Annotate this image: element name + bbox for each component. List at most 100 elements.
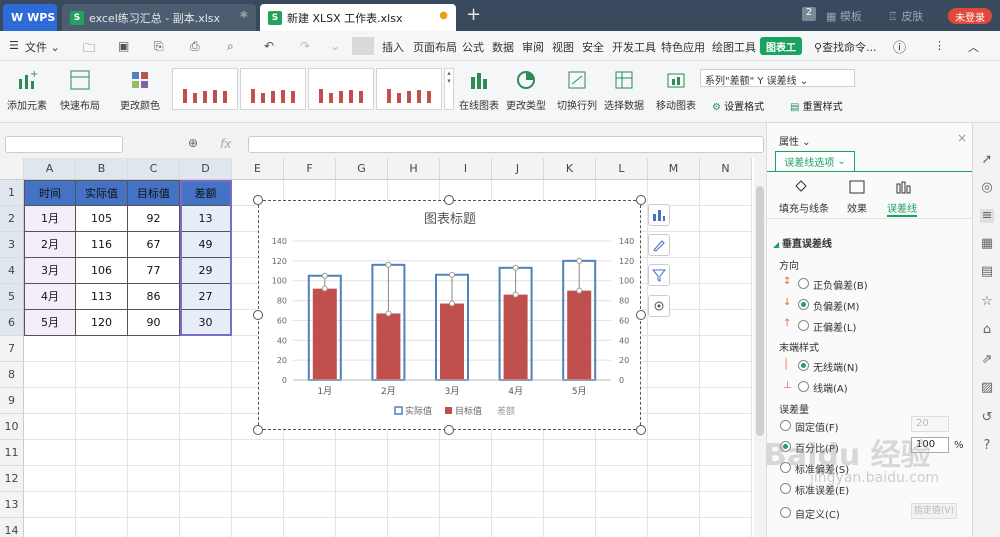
cell-N14[interactable] xyxy=(700,518,752,537)
column-header-L[interactable]: L xyxy=(596,158,648,180)
cell-A9[interactable] xyxy=(24,388,76,414)
resize-handle-tc[interactable] xyxy=(444,195,454,205)
cell-N11[interactable] xyxy=(700,440,752,466)
cell-N13[interactable] xyxy=(700,492,752,518)
format-painter-icon[interactable]: ⎘ xyxy=(154,39,164,54)
row-header-14[interactable]: 14 xyxy=(0,518,24,537)
reset-style-button[interactable]: ▤ 重置样式 xyxy=(790,98,843,113)
select-data-button[interactable]: 选择数据 xyxy=(604,69,644,112)
chart-style-brush-icon[interactable] xyxy=(648,234,670,256)
cell-D9[interactable] xyxy=(180,388,232,414)
cell-N4[interactable] xyxy=(700,258,752,284)
chart-tools-tab[interactable]: 图表工 xyxy=(760,37,802,55)
cell-C14[interactable] xyxy=(128,518,180,537)
column-header-J[interactable]: J xyxy=(492,158,544,180)
resize-handle-mr[interactable] xyxy=(636,310,646,320)
cell-N12[interactable] xyxy=(700,466,752,492)
cell-K13[interactable] xyxy=(544,492,596,518)
cell-D10[interactable] xyxy=(180,414,232,440)
cell-E14[interactable] xyxy=(232,518,284,537)
row-header-12[interactable]: 12 xyxy=(0,466,24,492)
menu-security[interactable]: 安全 xyxy=(582,39,604,55)
cell-A13[interactable] xyxy=(24,492,76,518)
cell-A11[interactable] xyxy=(24,440,76,466)
change-type-button[interactable]: 更改类型 xyxy=(506,69,546,112)
cell-N8[interactable] xyxy=(700,362,752,388)
menu-drawing-tools[interactable]: 绘图工具 xyxy=(712,39,756,55)
menu-special[interactable]: 特色应用 xyxy=(661,39,705,55)
format-selection-button[interactable]: ⚙ 设置格式 xyxy=(712,98,764,113)
cell-F14[interactable] xyxy=(284,518,336,537)
select-all-corner[interactable] xyxy=(0,158,24,180)
cell-C8[interactable] xyxy=(128,362,180,388)
cell-A14[interactable] xyxy=(24,518,76,537)
name-box[interactable] xyxy=(5,136,123,153)
column-header-E[interactable]: E xyxy=(232,158,284,180)
cell-D4[interactable]: 29 xyxy=(180,258,232,284)
subtab-effects[interactable]: 效果 xyxy=(847,200,867,215)
row-header-9[interactable]: 9 xyxy=(0,388,24,414)
radio-cap[interactable] xyxy=(798,381,809,392)
cell-I11[interactable] xyxy=(440,440,492,466)
cursor-icon[interactable]: ➚ xyxy=(980,153,994,167)
cell-H12[interactable] xyxy=(388,466,440,492)
column-header-N[interactable]: N xyxy=(700,158,752,180)
document-tab-2[interactable]: S 新建 XLSX 工作表.xlsx ● xyxy=(260,4,456,31)
cell-B2[interactable]: 105 xyxy=(76,206,128,232)
cell-M14[interactable] xyxy=(648,518,700,537)
star-icon[interactable]: ☆ xyxy=(980,295,994,309)
chart-settings-gear-icon[interactable] xyxy=(648,295,670,317)
cell-B9[interactable] xyxy=(76,388,128,414)
resize-handle-br[interactable] xyxy=(636,425,646,435)
cell-J11[interactable] xyxy=(492,440,544,466)
save-icon[interactable]: ▣ xyxy=(118,39,129,53)
cell-C6[interactable]: 90 xyxy=(128,310,180,336)
row-header-7[interactable]: 7 xyxy=(0,336,24,362)
cell-N5[interactable] xyxy=(700,284,752,310)
cell-E11[interactable] xyxy=(232,440,284,466)
resize-handle-tl[interactable] xyxy=(253,195,263,205)
cell-B7[interactable] xyxy=(76,336,128,362)
cell-K14[interactable] xyxy=(544,518,596,537)
cell-L14[interactable] xyxy=(596,518,648,537)
cell-B14[interactable] xyxy=(76,518,128,537)
formula-input[interactable] xyxy=(248,136,764,153)
cell-C4[interactable]: 77 xyxy=(128,258,180,284)
cell-C3[interactable]: 67 xyxy=(128,232,180,258)
cell-D3[interactable]: 49 xyxy=(180,232,232,258)
close-tab-icon[interactable]: ✱ xyxy=(240,10,248,21)
cell-A1[interactable]: 时间 xyxy=(24,180,76,206)
column-header-G[interactable]: G xyxy=(336,158,388,180)
cell-A7[interactable] xyxy=(24,336,76,362)
menu-insert[interactable]: 插入 xyxy=(382,39,404,55)
column-header-K[interactable]: K xyxy=(544,158,596,180)
close-panel-icon[interactable]: × xyxy=(957,131,967,145)
menu-view[interactable]: 视图 xyxy=(552,39,574,55)
cell-C12[interactable] xyxy=(128,466,180,492)
cell-C7[interactable] xyxy=(128,336,180,362)
cell-C10[interactable] xyxy=(128,414,180,440)
cell-A4[interactable]: 3月 xyxy=(24,258,76,284)
cell-B6[interactable]: 120 xyxy=(76,310,128,336)
cell-D14[interactable] xyxy=(180,518,232,537)
cell-C13[interactable] xyxy=(128,492,180,518)
cell-L11[interactable] xyxy=(596,440,648,466)
cell-E13[interactable] xyxy=(232,492,284,518)
cell-F12[interactable] xyxy=(284,466,336,492)
workspace-count-badge[interactable]: 2 xyxy=(802,7,816,21)
cell-D1[interactable]: 差额 xyxy=(180,180,232,206)
chart-style-thumb-4[interactable] xyxy=(376,68,442,110)
column-header-M[interactable]: M xyxy=(648,158,700,180)
cell-N6[interactable] xyxy=(700,310,752,336)
cell-H13[interactable] xyxy=(388,492,440,518)
column-header-F[interactable]: F xyxy=(284,158,336,180)
cell-K12[interactable] xyxy=(544,466,596,492)
shapes-icon[interactable]: ◎ xyxy=(980,181,994,195)
open-icon[interactable]: 🗀 xyxy=(83,39,95,60)
cell-B10[interactable] xyxy=(76,414,128,440)
cell-D8[interactable] xyxy=(180,362,232,388)
column-header-D[interactable]: D xyxy=(180,158,232,180)
cell-A8[interactable] xyxy=(24,362,76,388)
row-header-4[interactable]: 4 xyxy=(0,258,24,284)
menu-formula[interactable]: 公式 xyxy=(462,39,484,55)
